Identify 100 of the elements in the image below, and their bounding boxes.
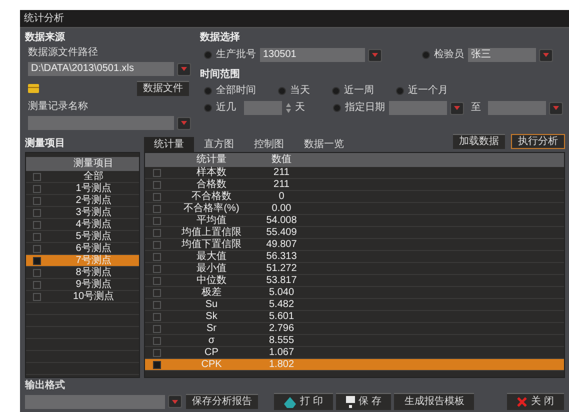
list-row[interactable]: 10号测点 — [26, 291, 139, 303]
checkbox[interactable] — [153, 228, 161, 236]
list-row[interactable]: 2号测点 — [26, 195, 139, 207]
column-header: 数值 — [270, 153, 292, 167]
dropdown-button[interactable] — [368, 48, 382, 62]
table-row[interactable]: Su 5.482 — [145, 299, 564, 311]
checkbox[interactable] — [153, 360, 161, 368]
table-row[interactable]: σ 8.555 — [145, 335, 564, 347]
table-row[interactable]: 平均值 54.008 — [145, 215, 564, 227]
column-header: 测量项目 — [72, 157, 114, 170]
table-cell-text: 2.796 — [268, 322, 296, 334]
browse-button[interactable]: 数据文件 — [137, 81, 189, 96]
record-field[interactable] — [28, 116, 174, 130]
table-row[interactable]: 样本数 211 — [145, 167, 564, 179]
filter-field[interactable]: 张三 — [468, 48, 536, 62]
list-row[interactable]: 9号测点 — [26, 279, 139, 291]
footer-button[interactable]: 保 存 — [336, 393, 392, 410]
radio-button[interactable] — [204, 104, 212, 112]
checkbox[interactable] — [33, 208, 41, 216]
checkbox[interactable] — [33, 268, 41, 276]
list-row[interactable]: 1号测点 — [26, 183, 139, 195]
checkbox[interactable] — [153, 216, 161, 224]
field-label: 输出格式 — [25, 380, 66, 391]
date-field[interactable] — [389, 101, 447, 115]
checkbox[interactable] — [153, 168, 161, 176]
list-row[interactable]: 8号测点 — [26, 267, 139, 279]
radio-button[interactable] — [204, 87, 212, 95]
checkbox[interactable] — [153, 312, 161, 320]
dropdown-button[interactable] — [450, 102, 464, 114]
checkbox[interactable] — [153, 240, 161, 248]
checkbox[interactable] — [33, 220, 41, 228]
radio-button[interactable] — [204, 51, 212, 59]
dropdown-button[interactable] — [549, 102, 563, 114]
table-row[interactable]: Sr 2.796 — [145, 323, 564, 335]
table-row[interactable]: 极差 5.040 — [145, 287, 564, 299]
radio-button[interactable] — [333, 104, 341, 112]
column-header: 统计量 — [196, 153, 228, 166]
save-report-button[interactable]: 保存分析报告 — [186, 394, 258, 409]
days-field[interactable] — [244, 101, 282, 115]
checkbox[interactable] — [33, 196, 41, 204]
radio-label: 生产批号 — [216, 49, 256, 61]
footer-button[interactable]: 打 印 — [274, 393, 333, 410]
table-row[interactable]: 合格数 211 — [145, 179, 564, 191]
checkbox[interactable] — [33, 292, 41, 300]
dropdown-button[interactable] — [177, 116, 191, 130]
action-button[interactable]: 加载数据 — [453, 134, 505, 149]
folder-icon[interactable] — [28, 84, 39, 93]
table-row[interactable]: 均值上置信限 55.409 — [145, 227, 564, 239]
table-row[interactable]: 最大值 56.313 — [145, 251, 564, 263]
checkbox[interactable] — [153, 288, 161, 296]
table-cell-text: 1.802 — [268, 358, 296, 370]
list-item-label: 9号测点 — [74, 278, 112, 290]
list-row[interactable]: 全部 — [26, 171, 139, 183]
date-field[interactable] — [488, 101, 546, 115]
radio-button[interactable] — [396, 87, 404, 95]
checkbox[interactable] — [153, 300, 161, 308]
checkbox[interactable] — [33, 256, 41, 264]
radio-button[interactable] — [332, 87, 340, 95]
checkbox[interactable] — [153, 336, 161, 344]
checkbox[interactable] — [33, 280, 41, 288]
table-row[interactable]: 不合格数 0 — [145, 191, 564, 203]
dropdown-button[interactable] — [539, 48, 553, 62]
footer-button[interactable]: 生成报告模板 — [394, 393, 474, 410]
window-title: 统计分析 — [24, 12, 64, 24]
tab[interactable]: 数据一览 — [294, 137, 354, 152]
path-field[interactable]: D:\DATA\2013\0501.xls — [28, 62, 174, 76]
checkbox[interactable] — [153, 264, 161, 272]
checkbox[interactable] — [153, 252, 161, 260]
checkbox[interactable] — [153, 204, 161, 212]
table-cell-text: 8.555 — [268, 334, 296, 346]
checkbox[interactable] — [153, 192, 161, 200]
checkbox[interactable] — [153, 348, 161, 356]
table-row[interactable]: Sk 5.601 — [145, 311, 564, 323]
list-row[interactable]: 3号测点 — [26, 207, 139, 219]
spinner-icon[interactable] — [286, 102, 291, 114]
radio-button[interactable] — [278, 87, 286, 95]
checkbox[interactable] — [33, 172, 41, 180]
checkbox[interactable] — [153, 180, 161, 188]
dropdown-button[interactable] — [177, 62, 191, 76]
list-row[interactable]: 5号测点 — [26, 231, 139, 243]
tab[interactable]: 直方图 — [194, 137, 244, 152]
action-button[interactable]: 执行分析 — [511, 134, 565, 149]
checkbox[interactable] — [153, 276, 161, 284]
tab[interactable]: 控制图 — [244, 137, 294, 152]
checkbox[interactable] — [153, 324, 161, 332]
checkbox[interactable] — [33, 184, 41, 192]
table-cell-text: 211 — [272, 178, 290, 190]
checkbox[interactable] — [33, 232, 41, 240]
checkbox[interactable] — [33, 244, 41, 252]
footer-button[interactable]: 关 闭 — [507, 393, 564, 410]
table-row[interactable]: 最小值 51.272 — [145, 263, 564, 275]
dropdown-button[interactable] — [168, 395, 182, 408]
table-row[interactable]: 中位数 53.817 — [145, 275, 564, 287]
table-row[interactable]: 不合格率(%) 0.00 — [145, 203, 564, 215]
radio-button[interactable] — [422, 51, 430, 59]
list-row[interactable]: 4号测点 — [26, 219, 139, 231]
tab[interactable]: 统计量 — [144, 137, 194, 152]
format-field[interactable] — [25, 394, 165, 408]
filter-field[interactable]: 130501 — [260, 48, 365, 62]
table-row[interactable]: 均值下置信限 49.807 — [145, 239, 564, 251]
